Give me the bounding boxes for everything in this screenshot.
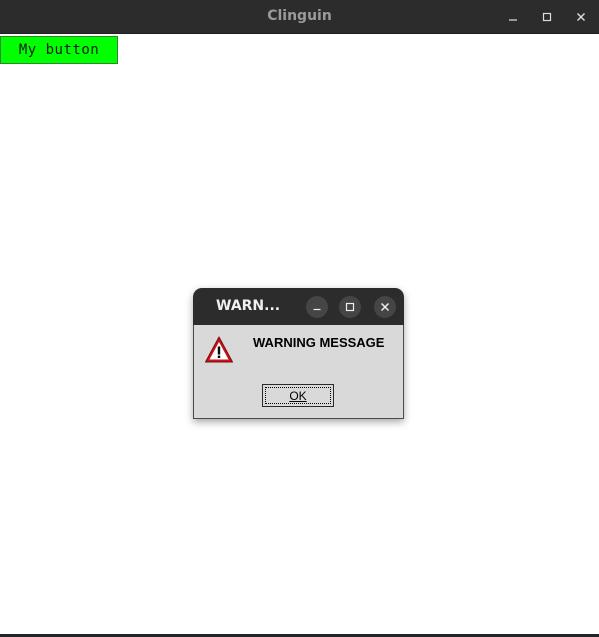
minimize-icon [509, 19, 517, 21]
dialog-titlebar[interactable]: WARN... [193, 288, 404, 325]
minimize-icon [313, 308, 321, 311]
close-button[interactable] [569, 5, 593, 29]
window-titlebar[interactable]: Clinguin [0, 0, 599, 34]
warning-icon [205, 336, 233, 363]
close-icon [380, 302, 390, 312]
dialog-body: WARNING MESSAGE OK [193, 325, 404, 419]
maximize-button[interactable] [535, 5, 559, 29]
ok-label: OK [289, 388, 307, 403]
maximize-icon [345, 302, 355, 312]
my-button[interactable]: My button [0, 36, 118, 64]
dialog-maximize-button[interactable] [339, 296, 361, 318]
app-window: Clinguin My button WARN... WARNING MESSA… [0, 0, 599, 637]
minimize-button[interactable] [501, 5, 525, 29]
warning-dialog: WARN... WARNING MESSAGE OK [193, 288, 404, 419]
maximize-icon [542, 12, 552, 22]
ok-button[interactable]: OK [262, 384, 334, 407]
dialog-close-button[interactable] [374, 296, 396, 318]
close-icon [577, 13, 585, 21]
dialog-minimize-button[interactable] [306, 296, 328, 318]
dialog-title: WARN... [216, 298, 281, 314]
warning-message: WARNING MESSAGE [253, 335, 385, 350]
